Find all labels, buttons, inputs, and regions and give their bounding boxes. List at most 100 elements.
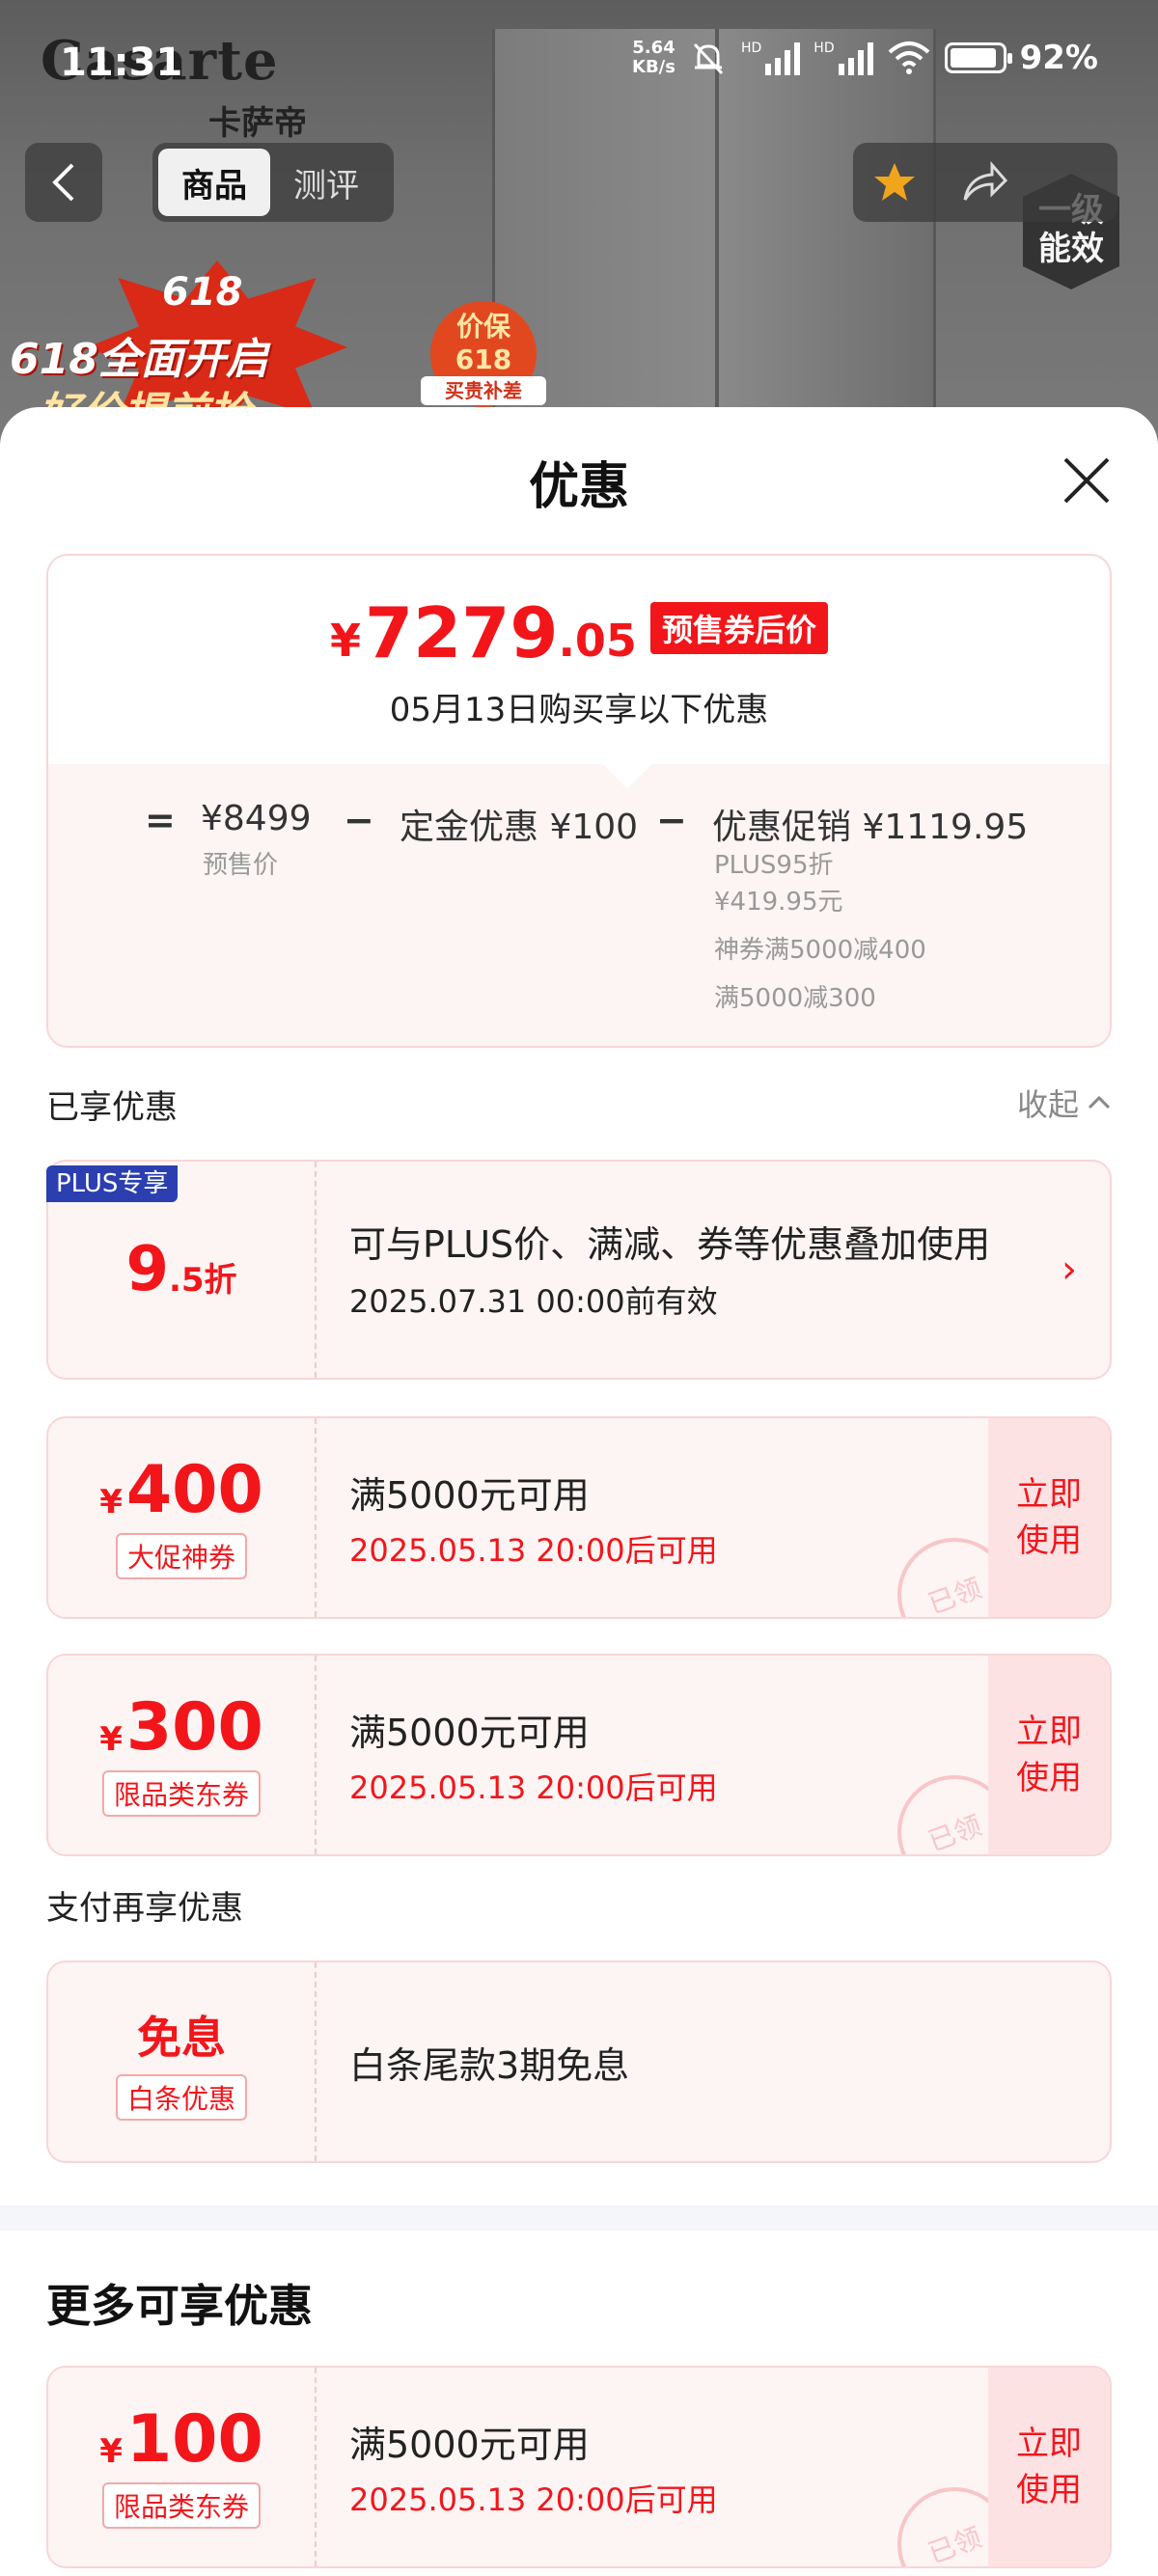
tab-review[interactable]: 测评	[270, 149, 382, 216]
promo-detail-4: 满5000减300	[714, 984, 876, 1013]
close-icon[interactable]	[1056, 450, 1117, 511]
share-icon[interactable]	[961, 161, 1009, 204]
plus-discount-valid: 2025.07.31 00:00前有效	[349, 1283, 718, 1320]
status-icons: 5.64 KB/s HD HD 92%	[632, 39, 1098, 78]
price-type-tag: 预售券后价	[649, 602, 828, 654]
hd-1: HD	[740, 41, 762, 56]
speed-unit: KB/s	[632, 57, 676, 77]
coupon-amount-number: 100	[125, 2401, 263, 2478]
use-now-label: 立即使用	[1016, 1475, 1082, 1560]
chevron-up-icon	[1088, 1095, 1111, 1110]
back-button[interactable]	[25, 143, 102, 222]
header-actions	[853, 143, 1117, 222]
plus-discount-info: 可与PLUS价、满减、券等优惠叠加使用 2025.07.31 00:00前有效	[349, 1162, 1033, 1378]
more-discounts-title: 更多可享优惠	[46, 2280, 313, 2332]
hd-2: HD	[813, 41, 835, 56]
network-speed: 5.64 KB/s	[632, 39, 676, 77]
chevron-right-icon: ›	[1062, 1247, 1077, 1292]
deposit-discount: 定金优惠 ¥100	[400, 808, 639, 847]
coupon-card: ¥ 300 限品类东券 满5000元可用 2025.05.13 20:00后可用…	[46, 1654, 1112, 1856]
coupon-available-time: 2025.05.13 20:00后可用	[349, 1768, 718, 1806]
coupon-type-tag: 限品类东券	[101, 2482, 261, 2529]
price-protect-label: 价保618	[455, 311, 512, 375]
minus-sign-2: −	[656, 799, 687, 841]
coupon-condition: 满5000元可用	[349, 1711, 590, 1754]
chevron-left-icon	[52, 163, 74, 202]
use-now-button[interactable]: 立即使用	[988, 2368, 1110, 2566]
coupon-available-time: 2025.05.13 20:00后可用	[349, 2480, 718, 2518]
sheet-title: 优惠	[528, 458, 629, 516]
coupon-info: 满5000元可用 2025.05.13 20:00后可用	[349, 2368, 975, 2566]
final-price-row: ¥ 7279 .05 预售券后价	[48, 596, 1110, 670]
coupon-currency: ¥	[99, 2432, 123, 2471]
section-divider	[0, 2206, 1158, 2231]
baitiao-tag: 白条优惠	[115, 2074, 247, 2121]
signal-1-icon: HD	[740, 41, 801, 75]
equals-sign: =	[145, 799, 176, 841]
coupon-currency: ¥	[99, 1720, 123, 1759]
favorite-star-icon[interactable]	[872, 160, 917, 205]
pay-section-title: 支付再享优惠	[46, 1889, 243, 1928]
price-protect-badge: 价保618 买贵补差	[421, 301, 546, 407]
minus-sign-1: −	[344, 799, 374, 841]
coupon-amount: ¥ 300	[99, 1693, 263, 1763]
baitiao-card: 免息 白条优惠 白条尾款3期免息	[46, 1960, 1112, 2163]
product-tabs: 商品 测评	[152, 143, 394, 222]
coupon-amount-number: 400	[125, 1452, 263, 1528]
coupon-value: ¥ 400 大促神券	[48, 1418, 315, 1617]
enjoyed-section-title: 已享优惠	[46, 1088, 178, 1127]
coupon-currency: ¥	[99, 1483, 123, 1521]
presale-price: ¥8499	[201, 799, 312, 838]
coupon-value: ¥ 300 限品类东券	[48, 1656, 315, 1854]
purchase-date-note: 05月13日购买享以下优惠	[389, 691, 769, 729]
signal-2-icon: HD	[813, 41, 873, 75]
coupon-available-time: 2025.05.13 20:00后可用	[349, 1531, 718, 1569]
interest-free-label: 免息	[137, 2012, 226, 2064]
promo-discount: 优惠促销 ¥1119.95	[712, 808, 1029, 847]
collapse-button[interactable]: 收起	[1017, 1081, 1112, 1125]
use-now-label: 立即使用	[1016, 1713, 1082, 1797]
plus-discount-desc: 可与PLUS价、满减、券等优惠叠加使用	[349, 1223, 991, 1266]
final-price-currency: ¥	[330, 615, 362, 667]
plus-exclusive-badge: PLUS专享	[46, 1165, 179, 1202]
collapse-label: 收起	[1016, 1086, 1079, 1123]
status-time: 11:31	[60, 41, 183, 85]
baitiao-desc: 白条尾款3期免息	[349, 2043, 630, 2087]
plus-discount-rate: 9 .5折	[125, 1236, 236, 1303]
plus-discount-major: 9	[125, 1234, 169, 1305]
battery-percent: 92%	[1019, 39, 1098, 77]
coupon-card: ¥ 400 大促神券 满5000元可用 2025.05.13 20:00后可用 …	[46, 1416, 1112, 1619]
coupon-value: ¥ 100 限品类东券	[48, 2368, 315, 2566]
use-now-button[interactable]: 立即使用	[988, 1656, 1110, 1854]
baitiao-info: 白条尾款3期免息	[349, 1962, 975, 2161]
tab-product[interactable]: 商品	[158, 149, 270, 216]
plus-discount-card[interactable]: 9 .5折 可与PLUS价、满减、券等优惠叠加使用 2025.07.31 00:…	[46, 1160, 1112, 1380]
wifi-icon	[888, 41, 929, 74]
presale-price-label: 预售价	[203, 851, 279, 880]
speed-value: 5.64	[632, 38, 676, 58]
promo-detail-1: PLUS95折	[714, 851, 834, 880]
promo-618-label: 618	[162, 270, 243, 315]
coupon-amount-number: 300	[125, 1689, 263, 1766]
price-protect-sub: 买贵补差	[421, 376, 546, 405]
coupon-card: ¥ 100 限品类东券 满5000元可用 2025.05.13 20:00后可用…	[46, 2366, 1112, 2568]
use-now-button[interactable]: 立即使用	[988, 1418, 1110, 1617]
coupon-condition: 满5000元可用	[349, 1473, 590, 1517]
final-price-integer: 7279	[365, 592, 559, 673]
coupon-info: 满5000元可用 2025.05.13 20:00后可用	[349, 1656, 975, 1854]
coupon-info: 满5000元可用 2025.05.13 20:00后可用	[349, 1418, 975, 1617]
promo-detail-3: 神券满5000减400	[714, 936, 926, 965]
plus-discount-minor: .5折	[168, 1261, 237, 1300]
coupon-amount: ¥ 400	[99, 1456, 263, 1525]
promo-line-1: 618全面开启	[10, 335, 268, 384]
final-price: ¥ 7279 .05	[330, 596, 637, 670]
price-summary-card: ¥ 7279 .05 预售券后价 05月13日购买享以下优惠 = ¥8499 预…	[46, 554, 1112, 1048]
promo-detail-2: ¥419.95元	[714, 888, 843, 917]
price-formula: = ¥8499 预售价 − 定金优惠 ¥100 − 优惠促销 ¥1119.95 …	[48, 799, 1110, 1046]
use-now-label: 立即使用	[1016, 2425, 1082, 2509]
coupon-type-tag: 限品类东券	[101, 1770, 261, 1817]
mute-bell-icon	[693, 42, 724, 75]
coupon-condition: 满5000元可用	[349, 2423, 590, 2466]
battery-icon	[944, 42, 1012, 73]
baitiao-value: 免息 白条优惠	[48, 1962, 315, 2161]
